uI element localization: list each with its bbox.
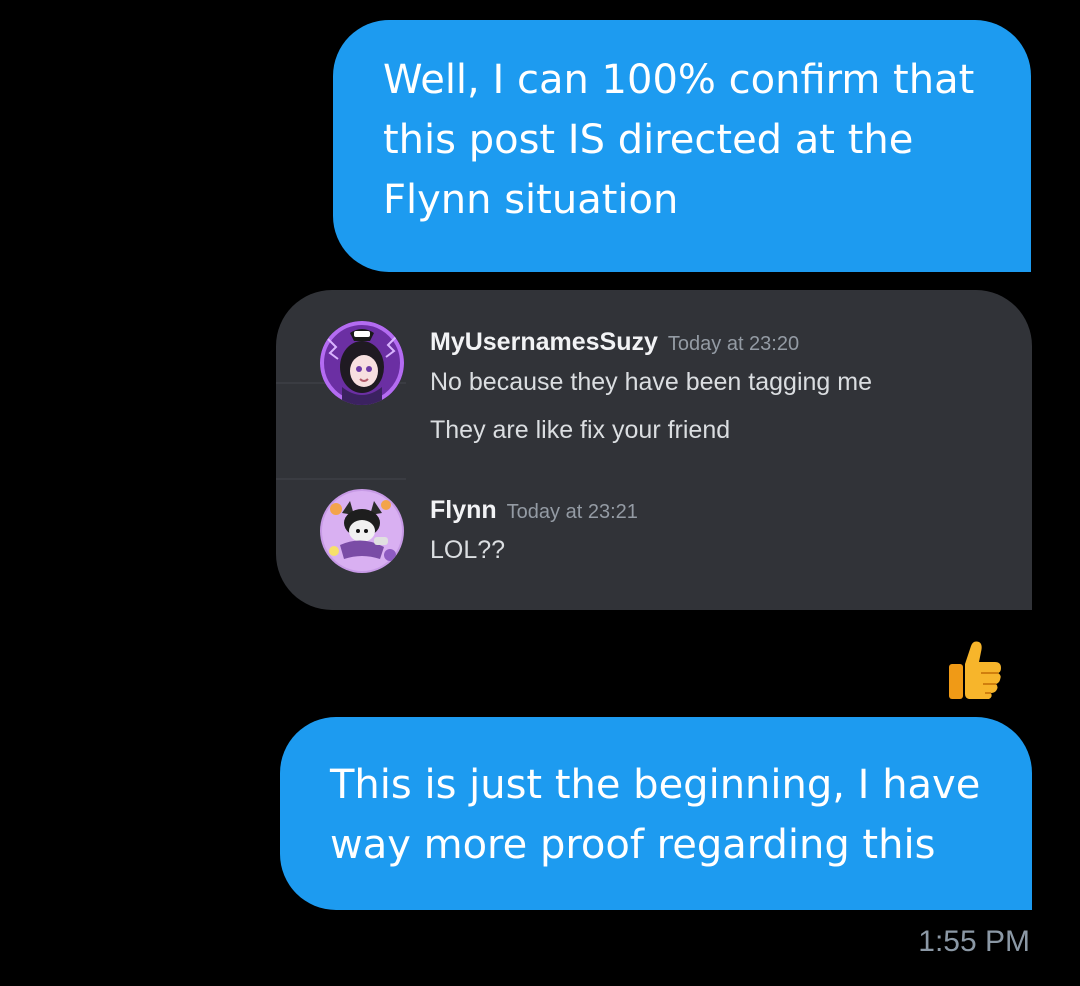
thumbs-up-icon[interactable]: [945, 640, 1003, 700]
message-text-line: way more proof regarding this: [330, 822, 936, 868]
message-text-line: This is just the beginning, I have: [330, 762, 981, 808]
message-text: No because they have been tagging me: [430, 368, 872, 396]
message-bubble[interactable]: Well, I can 100% confirm that this post …: [333, 20, 1031, 272]
message-header: Flynn Today at 23:21: [430, 496, 638, 525]
avatar-icon: [320, 321, 404, 405]
message-timestamp: 1:55 PM: [918, 925, 1030, 958]
message-text-line: Well, I can 100% confirm that: [383, 57, 975, 103]
message-text-line: this post IS directed at the: [383, 117, 914, 163]
username[interactable]: Flynn: [430, 496, 497, 524]
message-text: LOL??: [430, 536, 506, 564]
message-text: They are like fix your friend: [430, 416, 731, 444]
divider: [276, 478, 406, 480]
timestamp: Today at 23:21: [506, 501, 638, 523]
timestamp: Today at 23:20: [667, 333, 800, 355]
message-header: MyUsernamesSuzy Today at 23:20: [430, 328, 799, 357]
avatar-icon: [320, 489, 404, 573]
username[interactable]: MyUsernamesSuzy: [430, 328, 658, 356]
message-bubble[interactable]: This is just the beginning, I have way m…: [280, 717, 1032, 910]
discord-screenshot-attachment[interactable]: MyUsernamesSuzy Today at 23:20 No because…: [276, 290, 1032, 610]
message-text-line: Flynn situation: [383, 177, 679, 223]
